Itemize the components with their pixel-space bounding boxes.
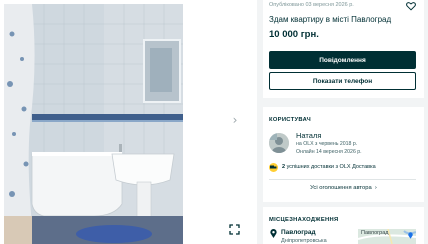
location-pin-icon [270, 229, 277, 238]
published-date: Опубліковано 03 вересня 2026 р. [269, 2, 354, 8]
user-card: КОРИСТУВАЧ Наталя на OLX з червень 2018 … [263, 107, 424, 202]
location-city: Павлоград [281, 229, 316, 236]
favorite-heart-icon[interactable] [406, 1, 416, 11]
next-photo-arrow-icon[interactable]: › [228, 113, 242, 127]
ad-title: Здам квартиру в місті Павлоград [269, 15, 392, 24]
all-ads-link[interactable]: Усі оголошення автора › [263, 185, 424, 191]
ad-price: 10 000 грн. [269, 29, 319, 40]
divider [269, 179, 416, 180]
map-thumbnail[interactable]: Павлоград [358, 229, 416, 244]
fullscreen-icon[interactable] [229, 224, 240, 235]
user-last-online: Онлайн 14 вересня 2026 р. [296, 149, 362, 155]
location-card: МІСЦЕЗНАХОДЖЕННЯ Павлоград Дніпропетровс… [263, 207, 424, 244]
user-member-since: на OLX з червень 2018 р. [296, 141, 358, 147]
map-marker-icon [408, 232, 413, 239]
location-region: Дніпропетровська [281, 238, 327, 244]
user-name[interactable]: Наталя [296, 131, 321, 140]
ad-summary-card: Опубліковано 03 вересня 2026 р. Здам ква… [263, 0, 424, 98]
avatar-image [269, 133, 289, 153]
avatar[interactable] [269, 133, 289, 153]
delivery-truck-icon [269, 163, 278, 172]
message-button[interactable]: Повідомлення [269, 51, 416, 69]
all-ads-label: Усі оголошення автора [310, 185, 372, 191]
bathroom-photo [4, 4, 183, 244]
deliveries-label: успішних доставки з OLX Доставка [285, 164, 376, 170]
photo-gallery: › [0, 0, 257, 244]
listing-photo[interactable] [4, 4, 183, 244]
show-phone-button[interactable]: Показати телефон [269, 72, 416, 90]
user-section-title: КОРИСТУВАЧ [269, 117, 311, 123]
map-city-label: Павлоград [361, 230, 389, 236]
location-section-title: МІСЦЕЗНАХОДЖЕННЯ [269, 217, 339, 223]
successful-deliveries: 2 успішних доставки з OLX Доставка [282, 164, 376, 170]
chevron-right-icon: › [374, 185, 377, 191]
